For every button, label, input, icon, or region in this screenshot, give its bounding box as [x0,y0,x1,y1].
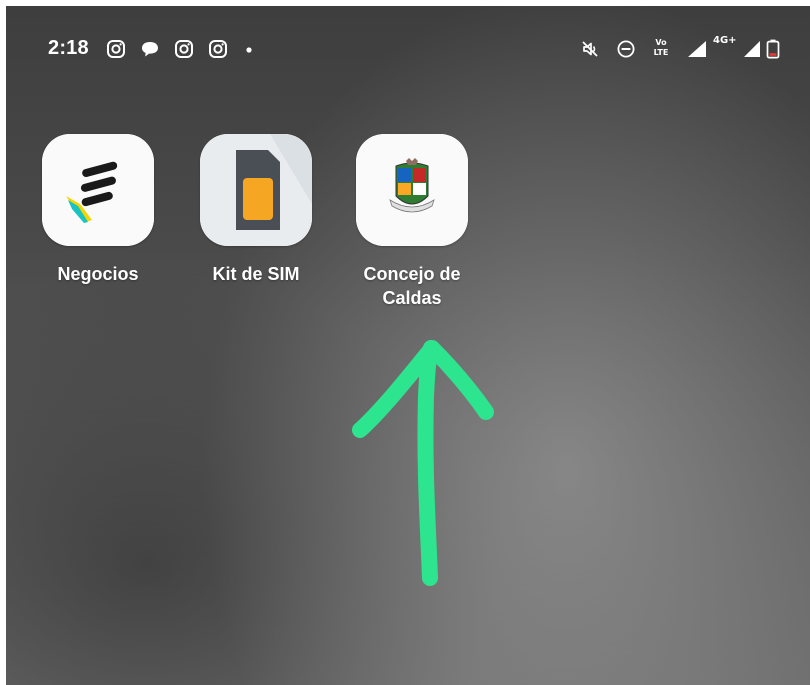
signal-icon [742,39,762,59]
app-concejo-de-caldas[interactable]: Concejo de Caldas [337,134,487,310]
coat-of-arms-icon[interactable] [356,134,468,246]
network-type-label: 4G+ [713,35,737,46]
instagram-icon [174,39,194,59]
home-screen: 2:18 Vo LTE 4G+ Negocios Kit de SIM Conc… [6,6,810,685]
instagram-icon [208,39,228,59]
status-bar: 2:18 Vo LTE 4G+ [6,30,810,70]
volte-label-top: Vo [655,38,667,47]
chat-bubble-icon [140,39,160,59]
hand-drawn-arrow-up-icon [336,326,516,596]
mute-icon [580,39,600,59]
negocios-app-icon[interactable] [42,134,154,246]
app-kit-de-sim[interactable]: Kit de SIM [181,134,331,286]
signal-icon [686,39,708,59]
do-not-disturb-icon [616,39,636,59]
volte-icon: Vo LTE [649,38,673,60]
app-label-kit-de-sim: Kit de SIM [212,264,300,284]
app-negocios[interactable]: Negocios [23,134,173,286]
volte-label-bottom: LTE [653,48,669,57]
notification-dot-icon [244,39,254,59]
status-time: 2:18 [48,37,89,59]
instagram-icon [106,39,126,59]
battery-icon [766,39,780,59]
sim-card-icon[interactable] [200,134,312,246]
app-label-concejo-de-caldas: Concejo de Caldas [363,264,461,308]
app-label-negocios: Negocios [57,264,139,284]
